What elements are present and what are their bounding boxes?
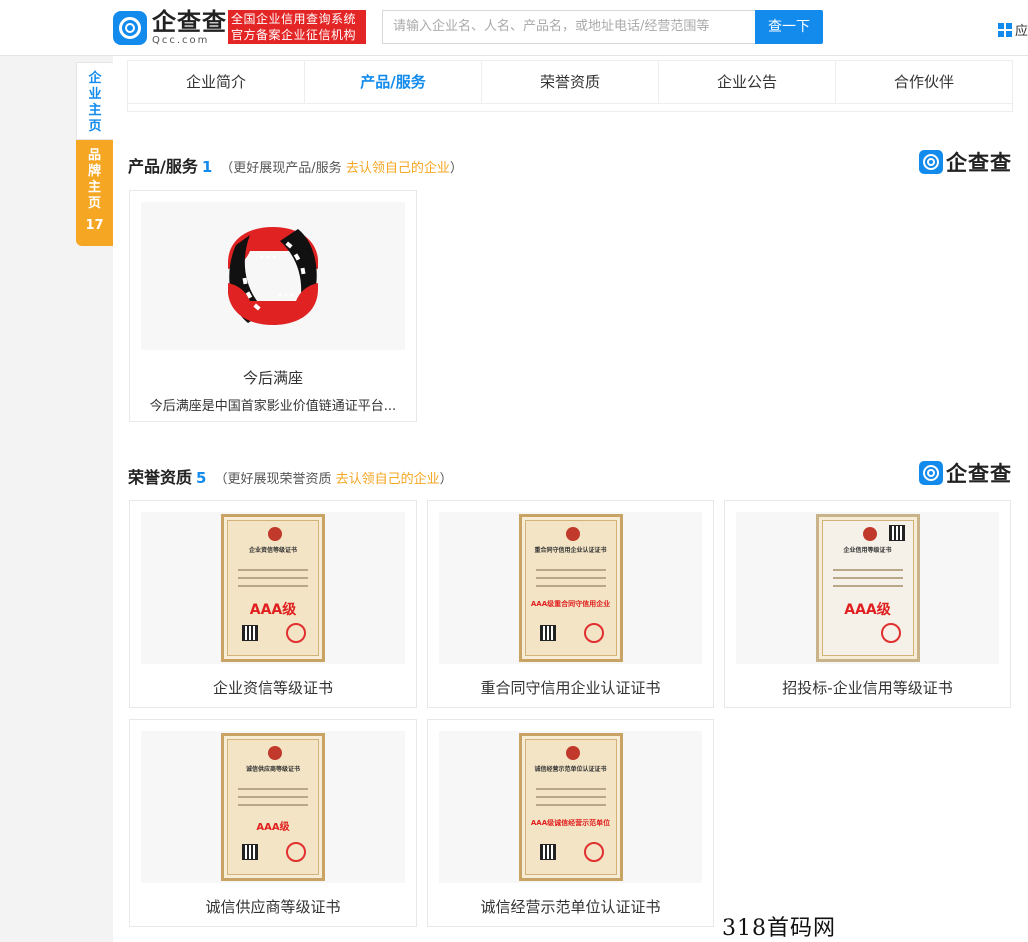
search-input[interactable]: 请输入企业名、人名、产品名，或地址电话/经营范围等: [382, 10, 755, 44]
official-badge: 全国企业信用查询系统 官方备案企业征信机构: [228, 10, 366, 44]
search-button[interactable]: 查一下: [755, 10, 823, 44]
brand-count: 17: [85, 218, 104, 233]
honors-note: （更好展现荣誉资质 去认领自己的企业）: [214, 472, 453, 487]
certificate-image: 诚信经营示范单位认证证书 AAA级诚信经营示范单位: [439, 731, 702, 883]
claim-company-link[interactable]: 去认领自己的企业: [346, 161, 450, 176]
grid-icon: [998, 22, 1012, 37]
certificate-image: 企业信用等级证书 AAA级: [736, 512, 999, 664]
honor-card[interactable]: 诚信经营示范单位认证证书 AAA级诚信经营示范单位 诚信经营示范单位认证证书: [427, 719, 714, 927]
products-title: 产品/服务: [128, 157, 198, 176]
honor-name: 企业资信等级证书: [212, 679, 333, 697]
honor-name: 诚信经营示范单位认证证书: [480, 898, 661, 916]
certificate-image: 诚信供应商等级证书 AAA级: [141, 731, 405, 883]
tab-products[interactable]: 产品/服务: [305, 61, 482, 103]
section-tabs: 企业简介 产品/服务 荣誉资质 企业公告 合作伙伴: [127, 60, 1013, 104]
products-note: （更好展现产品/服务 去认领自己的企业）: [220, 161, 463, 176]
certificate-image: 重合同守信用企业认证证书 AAA级重合同守信用企业: [439, 512, 702, 664]
honor-card[interactable]: 重合同守信用企业认证证书 AAA级重合同守信用企业 重合同守信用企业认证证书: [427, 500, 714, 708]
film-reel-logo-icon: [228, 227, 318, 325]
product-image: [141, 202, 405, 350]
products-brand-logo: 企查查: [919, 149, 1012, 175]
honor-card[interactable]: 诚信供应商等级证书 AAA级 诚信供应商等级证书: [129, 719, 417, 927]
certificate-icon: 诚信经营示范单位认证证书 AAA级诚信经营示范单位: [518, 733, 623, 881]
honor-name: 招投标-企业信用等级证书: [782, 679, 953, 697]
logo-domain: Qcc.com: [152, 35, 210, 46]
badge-line-1: 全国企业信用查询系统: [231, 12, 357, 26]
logo-text: 企查查: [152, 8, 227, 36]
qcc-logo-icon: [919, 461, 943, 485]
honors-count: 5: [196, 469, 207, 487]
side-nav-company-home[interactable]: 企 业 主 页: [76, 62, 113, 140]
honor-card[interactable]: 企业资信等级证书 AAA级 企业资信等级证书: [129, 500, 417, 708]
certificate-icon: 企业信用等级证书 AAA级: [815, 514, 920, 662]
tab-intro[interactable]: 企业简介: [128, 61, 305, 103]
side-nav-brand-home[interactable]: 品 牌 主 页 17: [76, 140, 113, 246]
products-header: 产品/服务 1 （更好展现产品/服务 去认领自己的企业）: [128, 153, 463, 176]
badge-line-2: 官方备案企业征信机构: [231, 28, 357, 42]
honors-header: 荣誉资质 5 （更好展现荣誉资质 去认领自己的企业）: [128, 464, 453, 487]
side-nav: 企 业 主 页 品 牌 主 页 17: [76, 62, 113, 246]
tabs-underline: [127, 104, 1013, 112]
certificate-icon: 重合同守信用企业认证证书 AAA级重合同守信用企业: [518, 514, 623, 662]
site-watermark: 318首码网 www.E318.com: [722, 916, 836, 941]
honor-name: 诚信供应商等级证书: [205, 898, 341, 916]
apps-label: 应: [1015, 24, 1028, 39]
product-card[interactable]: 今后满座 今后满座是中国首家影业价值链通证平台...: [129, 190, 417, 422]
apps-menu[interactable]: 应: [998, 20, 1028, 39]
certificate-icon: 企业资信等级证书 AAA级: [221, 514, 325, 662]
honors-title: 荣誉资质: [128, 468, 193, 487]
tab-partners[interactable]: 合作伙伴: [836, 61, 1012, 103]
claim-company-link[interactable]: 去认领自己的企业: [336, 472, 440, 487]
qcc-logo[interactable]: 企查查 Qcc.com: [113, 10, 227, 46]
main-content: 企业简介 产品/服务 荣誉资质 企业公告 合作伙伴 产品/服务 1 （更好展现产…: [113, 56, 1028, 942]
tab-announcements[interactable]: 企业公告: [659, 61, 836, 103]
honors-brand-logo: 企查查: [919, 460, 1012, 486]
certificate-image: 企业资信等级证书 AAA级: [141, 512, 405, 664]
certificate-icon: 诚信供应商等级证书 AAA级: [221, 733, 325, 881]
top-bar: 企查查 Qcc.com 全国企业信用查询系统 官方备案企业征信机构 请输入企业名…: [0, 0, 1028, 56]
products-count: 1: [201, 158, 213, 176]
honor-name: 重合同守信用企业认证证书: [480, 679, 661, 697]
qcc-logo-icon: [919, 150, 943, 174]
product-name: 今后满座: [242, 369, 303, 387]
tab-honors[interactable]: 荣誉资质: [482, 61, 659, 103]
product-description: 今后满座是中国首家影业价值链通证平台...: [149, 399, 397, 414]
honor-card[interactable]: 企业信用等级证书 AAA级 招投标-企业信用等级证书: [724, 500, 1011, 708]
qcc-logo-icon: [113, 11, 147, 45]
